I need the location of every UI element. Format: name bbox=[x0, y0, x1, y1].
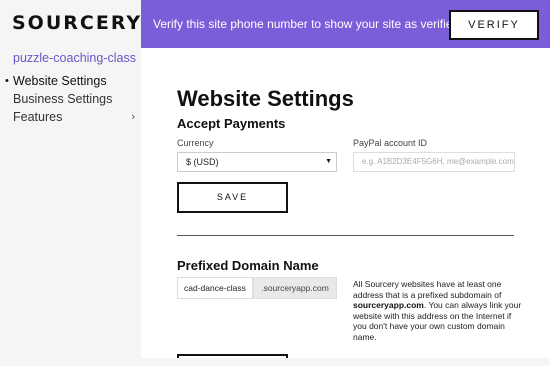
verify-banner-message: Verify this site phone number to show yo… bbox=[153, 17, 463, 31]
sidebar-nav: • Website Settings Business Settings Fea… bbox=[5, 72, 135, 126]
sidebar-item-label: Business Settings bbox=[13, 92, 113, 106]
accept-payments-heading: Accept Payments bbox=[177, 116, 286, 131]
sidebar-item-label: Website Settings bbox=[13, 74, 107, 88]
currency-select-value: $ (USD) bbox=[186, 157, 219, 167]
domain-suffix: .sourceryapp.com bbox=[253, 277, 337, 299]
active-bullet-icon: • bbox=[5, 75, 9, 87]
site-name-link[interactable]: puzzle-coaching-class bbox=[13, 51, 136, 65]
settings-panel: Website Settings Accept Payments Currenc… bbox=[141, 48, 550, 358]
save-button[interactable]: SAVE bbox=[177, 182, 288, 213]
dropdown-arrow-icon: ▼ bbox=[325, 158, 332, 165]
sidebar-item-business-settings[interactable]: Business Settings bbox=[5, 90, 135, 108]
sidebar: SOURCERY puzzle-coaching-class • Website… bbox=[0, 0, 140, 366]
paypal-label: PayPal account ID bbox=[353, 138, 428, 148]
page-title: Website Settings bbox=[177, 86, 354, 111]
domain-desc-bold: sourceryapp.com bbox=[353, 300, 424, 310]
verify-banner: Verify this site phone number to show yo… bbox=[141, 0, 550, 48]
chevron-right-icon: › bbox=[131, 111, 135, 123]
prefixed-domain-heading: Prefixed Domain Name bbox=[177, 258, 319, 273]
sidebar-item-website-settings[interactable]: • Website Settings bbox=[5, 72, 135, 90]
sidebar-item-features[interactable]: Features › bbox=[5, 108, 135, 126]
paypal-id-input[interactable]: e.g. A1B2D3E4F5G6H, me@example.com bbox=[353, 152, 515, 172]
sourcery-logo[interactable]: SOURCERY bbox=[12, 12, 142, 34]
section-divider bbox=[177, 235, 514, 236]
subdomain-input[interactable]: cad-dance-class bbox=[177, 277, 253, 299]
domain-description: All Sourcery websites have at least one … bbox=[353, 279, 523, 342]
domain-desc-text: All Sourcery websites have at least one … bbox=[353, 279, 502, 300]
currency-label: Currency bbox=[177, 138, 214, 148]
domain-save-button[interactable] bbox=[177, 354, 288, 358]
verify-button[interactable]: VERIFY bbox=[449, 10, 539, 40]
sidebar-item-label: Features bbox=[13, 110, 63, 124]
currency-select[interactable]: $ (USD) ▼ bbox=[177, 152, 337, 172]
